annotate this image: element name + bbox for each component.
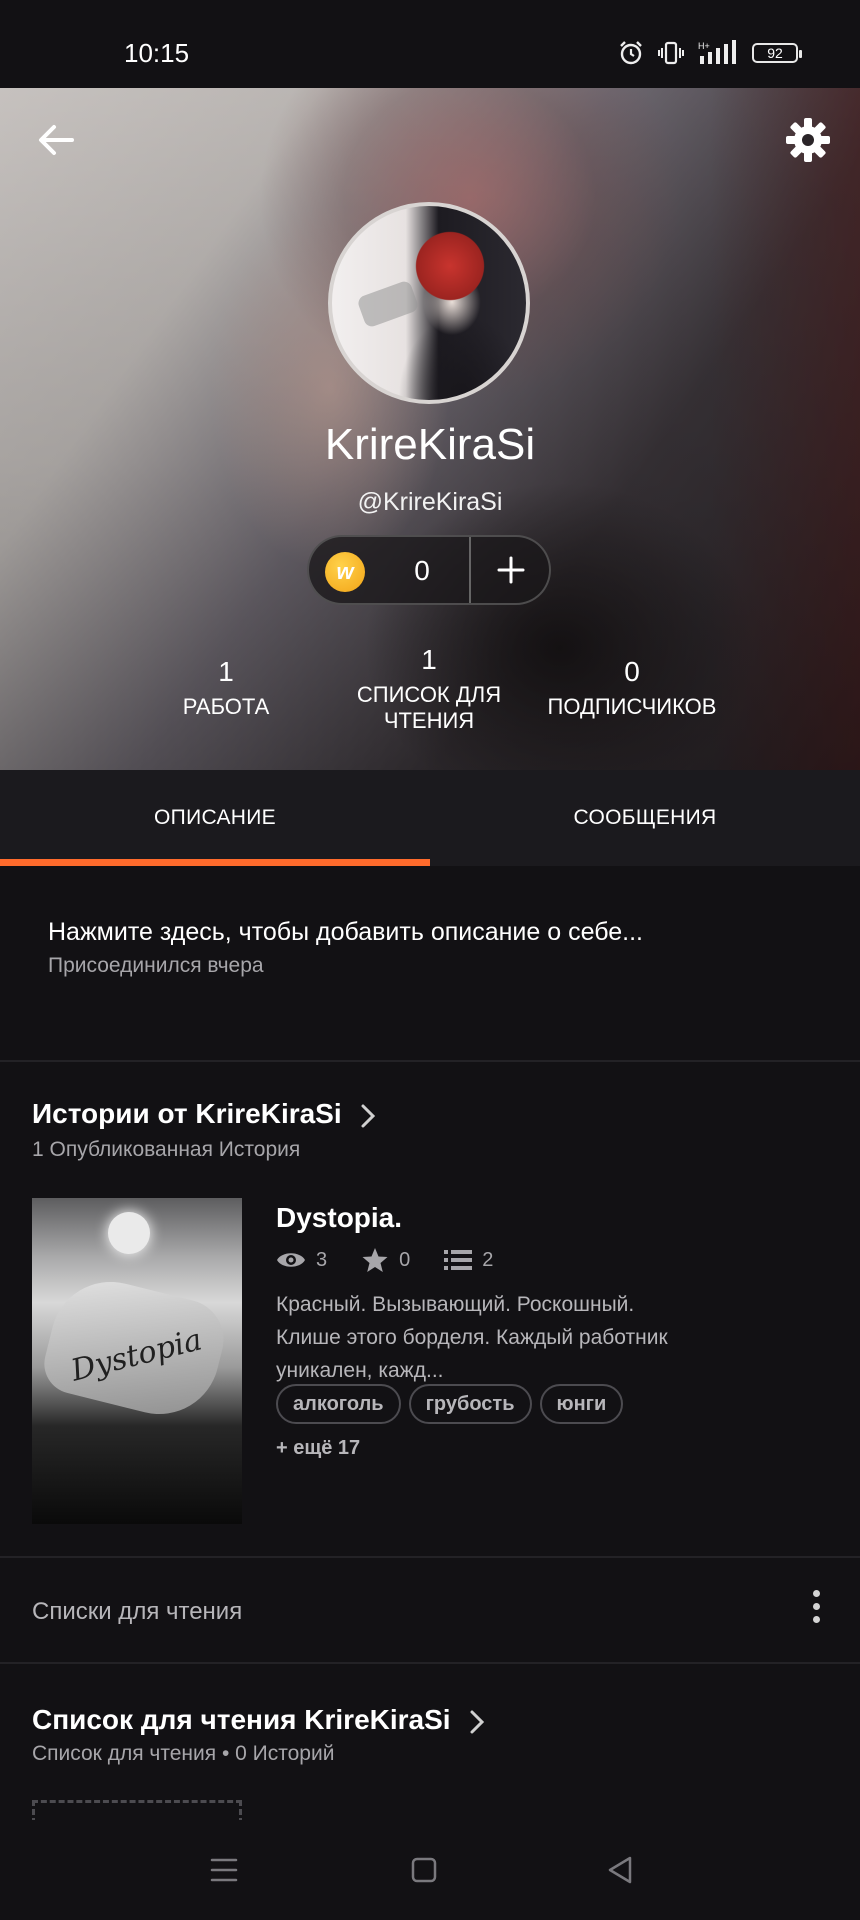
system-nav-bar — [0, 1820, 860, 1920]
stat-works-label: РАБОТА — [182, 694, 270, 719]
vibrate-icon — [658, 41, 684, 65]
chevron-right-icon — [361, 1104, 376, 1128]
avatar[interactable] — [328, 202, 530, 404]
stat-reading-lists-value: 1 — [421, 644, 437, 675]
active-tab-indicator — [0, 859, 430, 866]
battery-indicator: 92 — [752, 43, 802, 63]
book-stats: 3 0 2 — [276, 1246, 493, 1274]
add-coins-button[interactable] — [473, 537, 549, 603]
book-reads: 3 — [316, 1248, 328, 1271]
nav-home-button[interactable] — [404, 1850, 444, 1890]
star-icon — [362, 1248, 388, 1272]
tag-chip[interactable]: алкоголь — [276, 1384, 401, 1424]
settings-button[interactable] — [784, 116, 832, 164]
stat-followers-value: 0 — [624, 656, 640, 687]
stories-title: Истории от KrireKiraSi — [32, 1098, 342, 1129]
reading-list-title: Список для чтения KrireKiraSi — [32, 1704, 451, 1735]
triangle-back-icon — [608, 1856, 632, 1884]
signal-icon: H+ — [698, 40, 736, 64]
book-parts: 2 — [482, 1248, 494, 1271]
stat-followers-label: ПОДПИСЧИКОВ — [547, 694, 717, 719]
reading-lists-row: Списки для чтения — [0, 1558, 860, 1664]
tab-about[interactable]: ОПИСАНИЕ — [0, 770, 430, 866]
reading-list-header[interactable]: Список для чтения KrireKiraSi — [32, 1704, 486, 1736]
parts-list-icon — [444, 1250, 473, 1270]
book-title[interactable]: Dystopia. — [276, 1202, 402, 1234]
profile-username: KrireKiraSi — [324, 420, 536, 469]
coin-balance: w 0 — [307, 535, 551, 605]
tag-chip[interactable]: юнги — [539, 1384, 624, 1424]
about-section: Нажмите здесь, чтобы добавить описание о… — [0, 866, 860, 1060]
plus-icon — [497, 556, 525, 584]
square-icon — [411, 1857, 437, 1883]
divider — [0, 1662, 860, 1664]
status-time: 10:15 — [124, 38, 190, 68]
more-tags-link[interactable]: + ещё 17 — [276, 1437, 360, 1460]
coin-count: 0 — [414, 555, 430, 586]
cover-moon — [108, 1212, 150, 1254]
book-description: Красный. Вызывающий. Роскошный. Клише эт… — [276, 1293, 668, 1382]
status-icons: H+ 92 — [618, 40, 802, 66]
coin-icon: w — [325, 552, 365, 592]
nav-back-button[interactable] — [600, 1850, 640, 1890]
divider — [0, 1060, 860, 1062]
menu-icon — [210, 1858, 238, 1882]
add-description-prompt[interactable]: Нажмите здесь, чтобы добавить описание о… — [48, 918, 643, 947]
joined-date: Присоединился вчера — [48, 954, 264, 977]
svg-text:H+: H+ — [698, 41, 710, 51]
stat-works-value: 1 — [218, 656, 234, 687]
profile-handle: @KrireKiraSi — [357, 488, 503, 516]
profile-tabs: ОПИСАНИЕ СООБЩЕНИЯ — [0, 770, 860, 866]
nav-menu-button[interactable] — [204, 1850, 244, 1890]
eye-icon — [277, 1253, 305, 1267]
reading-lists-label: Списки для чтения — [32, 1598, 243, 1625]
tag-chip[interactable]: грубость — [408, 1384, 532, 1424]
alarm-icon — [620, 41, 642, 65]
stat-reading-lists-label: СПИСОК ДЛЯ ЧТЕНИЯ — [356, 682, 502, 733]
gear-icon — [786, 118, 830, 162]
stat-reading-lists[interactable]: 1 СПИСОК ДЛЯ ЧТЕНИЯ — [328, 644, 530, 734]
book-cover[interactable]: Dystopia — [32, 1198, 242, 1524]
book-tags: алкоголь грубость юнги — [276, 1384, 624, 1424]
profile-header: KrireKiraSi @KrireKiraSi w 0 1 РАБОТА 1 … — [0, 88, 860, 770]
stat-followers[interactable]: 0 ПОДПИСЧИКОВ — [532, 656, 732, 720]
stories-subtitle: 1 Опубликованная История — [32, 1138, 301, 1161]
arrow-left-icon — [39, 125, 74, 155]
status-bar: 10:15 H+ 92 — [0, 0, 860, 88]
tab-messages[interactable]: СООБЩЕНИЯ — [430, 770, 860, 866]
chevron-right-icon — [470, 1710, 485, 1734]
back-button[interactable] — [32, 116, 80, 164]
stat-works[interactable]: 1 РАБОТА — [126, 656, 326, 720]
more-options-button[interactable] — [806, 1590, 826, 1630]
stories-section-header[interactable]: Истории от KrireKiraSi — [32, 1098, 377, 1130]
reading-list-subtitle: Список для чтения • 0 Историй — [32, 1742, 335, 1765]
book-votes: 0 — [399, 1248, 411, 1271]
